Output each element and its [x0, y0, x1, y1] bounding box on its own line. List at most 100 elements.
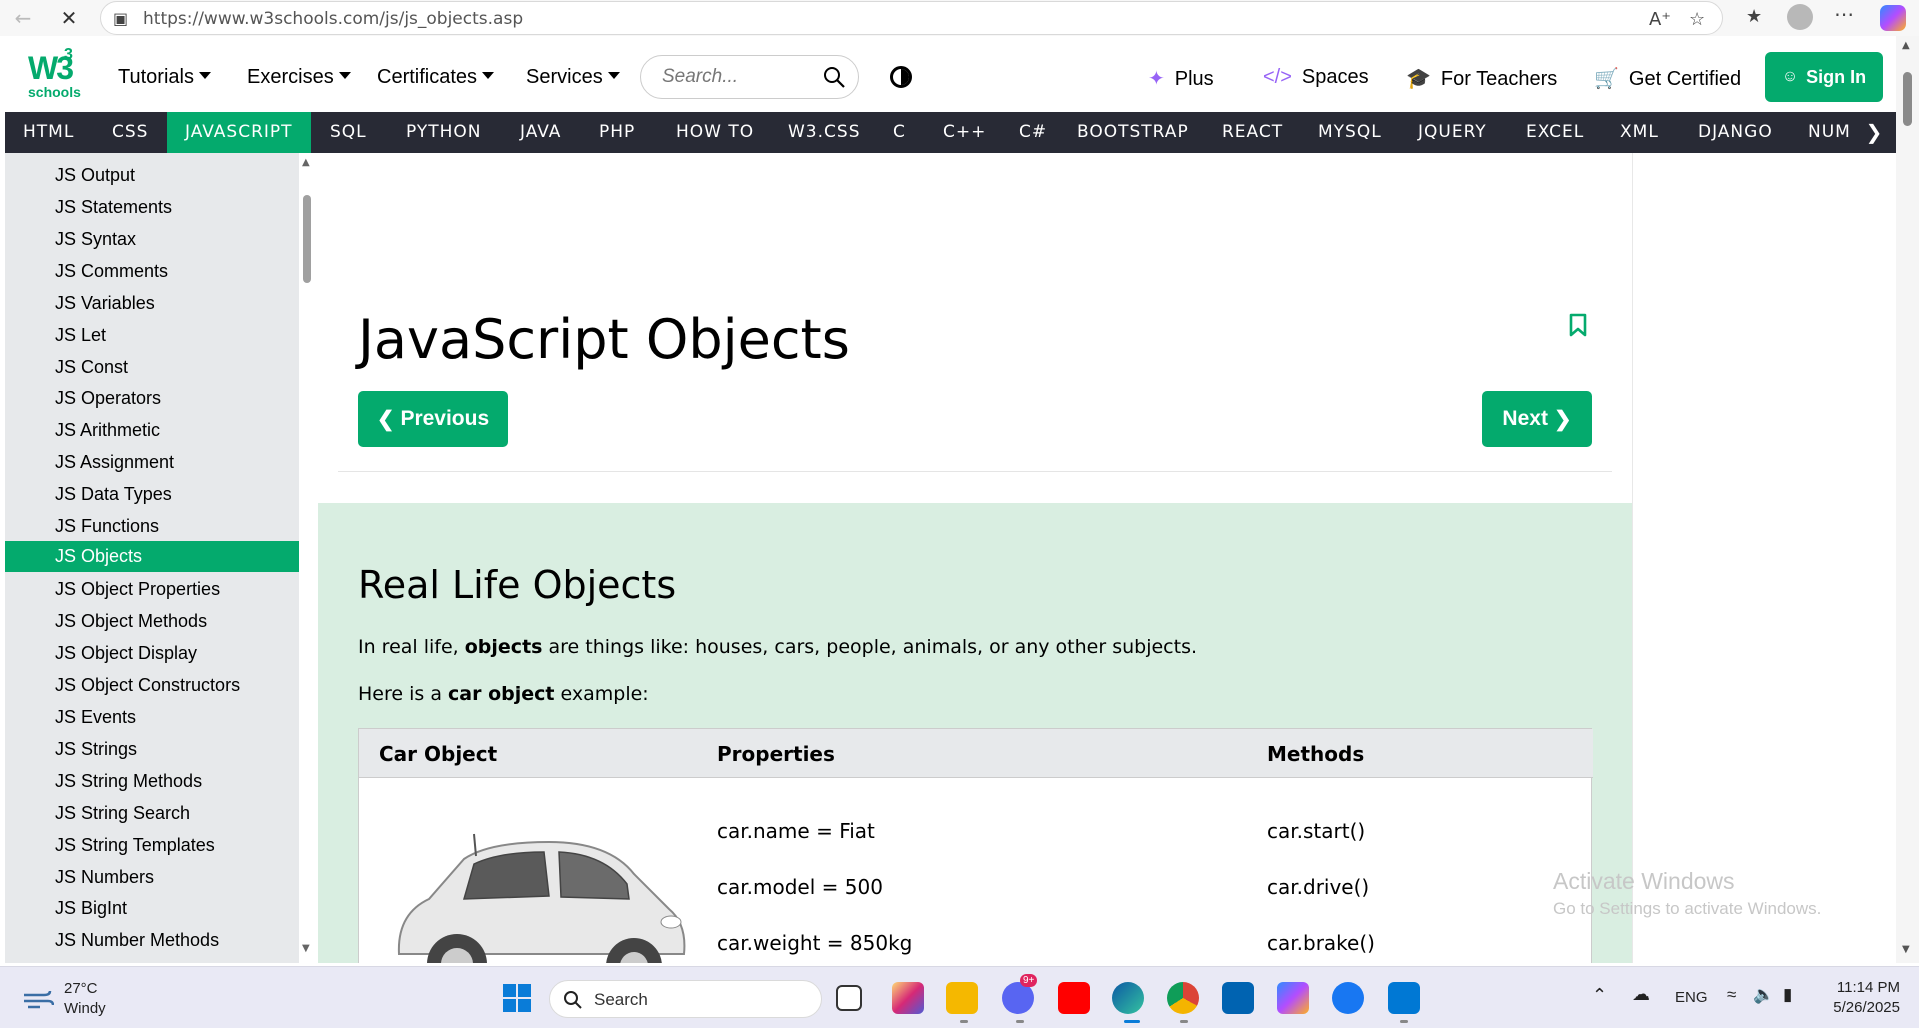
subject-cpp[interactable]: C++ — [925, 112, 1004, 153]
sign-in-button[interactable]: ☺ Sign In — [1765, 52, 1883, 102]
get-certified-link[interactable]: 🛒 Get Certified — [1594, 66, 1741, 91]
sidebar-item-js-numbers[interactable]: JS Numbers — [5, 862, 299, 893]
facebook-icon[interactable] — [1332, 982, 1364, 1014]
weather-condition[interactable]: Windy — [64, 1000, 106, 1017]
subject-mysql[interactable]: MYSQL — [1300, 112, 1400, 153]
sidebar-item-js-comments[interactable]: JS Comments — [5, 256, 299, 287]
sidebar-item-js-const[interactable]: JS Const — [5, 352, 299, 383]
subject-w3css[interactable]: W3.CSS — [770, 112, 878, 153]
subject-javascript[interactable]: JAVASCRIPT — [167, 112, 311, 153]
sidebar-item-js-strings[interactable]: JS Strings — [5, 734, 299, 765]
sidebar-item-js-object-methods[interactable]: JS Object Methods — [5, 606, 299, 637]
profile-avatar[interactable] — [1787, 4, 1813, 30]
site-info-icon[interactable]: ▣ — [113, 9, 128, 28]
chevron-right-icon[interactable]: ❯ — [1852, 112, 1896, 153]
sidebar-item-js-objects[interactable]: JS Objects — [5, 541, 299, 572]
system-clock[interactable]: 11:14 PM 5/26/2025 — [1820, 979, 1900, 1016]
menu-certificates[interactable]: Certificates — [377, 66, 495, 89]
sidebar-item-js-bigint[interactable]: JS BigInt — [5, 893, 299, 924]
sidebar-item-js-statements[interactable]: JS Statements — [5, 192, 299, 223]
file-explorer-icon[interactable] — [946, 982, 978, 1014]
onedrive-cloud-icon[interactable]: ☁ — [1632, 984, 1650, 1005]
subject-xml[interactable]: XML — [1602, 112, 1677, 153]
subject-howto[interactable]: HOW TO — [658, 112, 772, 153]
menu-services[interactable]: Services — [526, 66, 620, 89]
sidebar-item-js-syntax[interactable]: JS Syntax — [5, 224, 299, 255]
subject-bootstrap[interactable]: BOOTSTRAP — [1059, 112, 1207, 153]
subject-python[interactable]: PYTHON — [388, 112, 500, 153]
scroll-down-icon[interactable]: ▼ — [302, 943, 310, 954]
next-button[interactable]: Next ❯ — [1482, 391, 1592, 447]
search-icon[interactable] — [823, 66, 845, 88]
subject-react[interactable]: REACT — [1204, 112, 1301, 153]
discord-icon[interactable]: 9+ — [1002, 974, 1038, 1014]
page-scroll-thumb[interactable] — [1903, 72, 1912, 126]
subject-csharp[interactable]: C# — [1001, 112, 1065, 153]
sidebar-item-js-variables[interactable]: JS Variables — [5, 288, 299, 319]
vscode-icon[interactable] — [1388, 982, 1420, 1014]
weather-temperature[interactable]: 27°C — [64, 980, 98, 997]
w3schools-logo[interactable]: W3 3 schools — [26, 46, 81, 102]
edge-browser-icon[interactable] — [1112, 982, 1144, 1014]
scroll-up-icon[interactable]: ▲ — [1902, 40, 1910, 51]
subject-php[interactable]: PHP — [581, 112, 653, 153]
subject-c[interactable]: C — [875, 112, 924, 153]
sidebar-item-js-let[interactable]: JS Let — [5, 320, 299, 351]
spaces-link[interactable]: </> Spaces — [1263, 66, 1369, 89]
sidebar-item-js-number-methods[interactable]: JS Number Methods — [5, 925, 299, 956]
subject-css[interactable]: CSS — [94, 112, 166, 153]
language-indicator[interactable]: ENG — [1675, 989, 1708, 1006]
chevron-up-icon[interactable]: ⌃ — [1592, 985, 1607, 1006]
microsoft-store-icon[interactable] — [1222, 982, 1254, 1014]
sidebar-item-js-string-methods[interactable]: JS String Methods — [5, 766, 299, 797]
sidebar-item-js-arithmetic[interactable]: JS Arithmetic — [5, 415, 299, 446]
search-input[interactable]: Search... — [640, 55, 859, 99]
more-menu-icon[interactable]: ⋯ — [1834, 2, 1854, 26]
sidebar-item-js-assignment[interactable]: JS Assignment — [5, 447, 299, 478]
scroll-down-icon[interactable]: ▼ — [1902, 944, 1910, 955]
sidebar-item-js-string-search[interactable]: JS String Search — [5, 798, 299, 829]
youtube-icon[interactable] — [1058, 982, 1090, 1014]
subject-java[interactable]: JAVA — [502, 112, 579, 153]
menu-exercises[interactable]: Exercises — [247, 66, 351, 89]
sidebar-item-js-operators[interactable]: JS Operators — [5, 383, 299, 414]
sidebar-scrollbar[interactable]: ▲ ▼ — [299, 153, 315, 963]
volume-icon[interactable]: 🔈 — [1753, 985, 1774, 1005]
scroll-up-icon[interactable]: ▲ — [302, 157, 310, 168]
instagram-icon[interactable] — [892, 982, 924, 1014]
chrome-icon[interactable] — [1167, 982, 1199, 1014]
sidebar-scroll-thumb[interactable] — [303, 195, 311, 283]
subject-html[interactable]: HTML — [5, 112, 92, 153]
url-text[interactable]: https://www.w3schools.com/js/js_objects.… — [143, 9, 523, 29]
task-view-icon[interactable] — [836, 985, 862, 1011]
battery-icon[interactable]: ▮ — [1783, 985, 1792, 1005]
bookmark-icon[interactable] — [1569, 313, 1587, 337]
wifi-icon[interactable]: ≈ — [1727, 985, 1736, 1005]
previous-button[interactable]: ❮ Previous — [358, 391, 508, 447]
sidebar-item-js-functions[interactable]: JS Functions — [5, 511, 299, 542]
sidebar-item-js-events[interactable]: JS Events — [5, 702, 299, 733]
stop-icon[interactable]: ✕ — [56, 5, 82, 31]
favorites-icon[interactable]: ★ — [1746, 6, 1762, 27]
sidebar-item-js-object-display[interactable]: JS Object Display — [5, 638, 299, 669]
plus-link[interactable]: ✦ Plus — [1148, 66, 1214, 91]
subject-sql[interactable]: SQL — [312, 112, 385, 153]
sidebar-item-js-data-types[interactable]: JS Data Types — [5, 479, 299, 510]
wind-weather-icon[interactable] — [22, 987, 54, 1011]
subject-excel[interactable]: EXCEL — [1508, 112, 1602, 153]
subject-jquery[interactable]: JQUERY — [1400, 112, 1505, 153]
copilot-icon[interactable] — [1880, 5, 1906, 31]
page-scrollbar[interactable]: ▲ ▼ — [1896, 36, 1919, 963]
sidebar-item-js-string-templates[interactable]: JS String Templates — [5, 830, 299, 861]
sidebar-item-js-object-constructors[interactable]: JS Object Constructors — [5, 670, 299, 701]
windows-start-icon[interactable] — [501, 982, 533, 1014]
subject-django[interactable]: DJANGO — [1680, 112, 1791, 153]
taskbar-search-input[interactable]: Search — [549, 980, 822, 1018]
for-teachers-link[interactable]: 🎓 For Teachers — [1406, 66, 1557, 91]
dark-mode-toggle-icon[interactable] — [890, 66, 912, 88]
favorite-star-icon[interactable]: ☆ — [1689, 9, 1705, 30]
copilot-icon[interactable] — [1277, 982, 1309, 1014]
back-icon[interactable]: ← — [10, 5, 36, 31]
menu-tutorials[interactable]: Tutorials — [118, 66, 211, 89]
read-aloud-icon[interactable]: A⁺ — [1649, 9, 1671, 30]
